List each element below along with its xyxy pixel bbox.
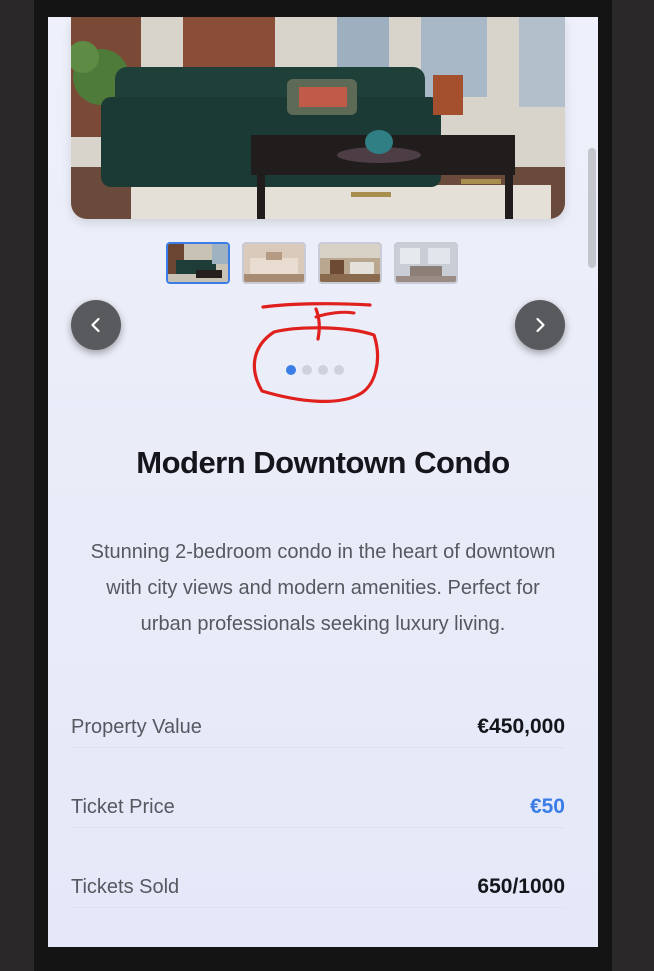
stat-row-property-value: Property Value €450,000	[71, 707, 565, 748]
pagination-dots	[286, 365, 344, 375]
property-main-image	[71, 17, 565, 219]
thumbnail-3[interactable]	[318, 242, 382, 284]
next-image-button[interactable]	[515, 300, 565, 350]
property-description: Stunning 2-bedroom condo in the heart of…	[90, 541, 556, 635]
stat-row-ticket-price: Ticket Price €50	[71, 787, 565, 828]
scrollbar-thumb[interactable]	[588, 148, 596, 268]
pagination-dot-1[interactable]	[286, 365, 296, 375]
property-card: Modern Downtown Condo Stunning 2-bedroom…	[48, 17, 598, 947]
stat-label: Tickets Sold	[71, 875, 180, 898]
pagination-dot-4[interactable]	[334, 365, 344, 375]
thumbnail-4[interactable]	[394, 242, 458, 284]
chevron-left-icon	[91, 317, 100, 333]
stat-value: €50	[529, 795, 565, 818]
previous-image-button[interactable]	[71, 300, 121, 350]
stat-value: €450,000	[477, 715, 565, 738]
stat-label: Property Value	[71, 715, 202, 738]
stat-row-tickets-sold: Tickets Sold 650/1000	[71, 867, 565, 908]
thumbnail-strip	[166, 242, 458, 284]
chevron-right-icon	[536, 317, 545, 333]
pagination-dot-2[interactable]	[302, 365, 312, 375]
thumbnail-2[interactable]	[242, 242, 306, 284]
stat-label: Ticket Price	[71, 795, 175, 818]
pagination-dot-3[interactable]	[318, 365, 328, 375]
stat-value: 650/1000	[477, 875, 565, 898]
thumbnail-1[interactable]	[166, 242, 230, 284]
property-title: Modern Downtown Condo	[136, 445, 510, 480]
